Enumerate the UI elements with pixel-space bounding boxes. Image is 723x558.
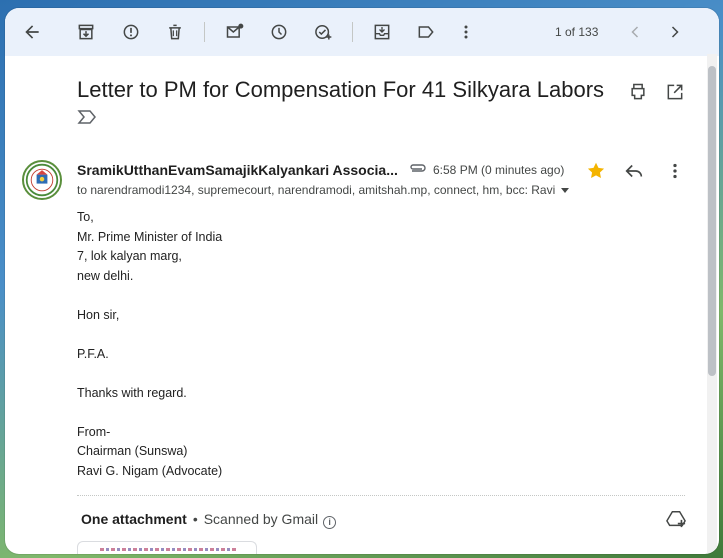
recipients-text: to narendramodi1234, supremecourt, naren… bbox=[77, 183, 556, 197]
body-blank-line bbox=[77, 403, 222, 423]
attachment-paperclip-icon bbox=[410, 164, 426, 172]
body-line: From- bbox=[77, 424, 111, 439]
recipients-line: to narendramodi1234, supremecourt, naren… bbox=[77, 183, 570, 197]
body-line: To, bbox=[77, 210, 94, 224]
email-body: To, Mr. Prime Minister of India 7, lok kal… bbox=[77, 208, 222, 481]
add-task-icon[interactable] bbox=[310, 20, 336, 44]
body-line: Mr. Prime Minister of India bbox=[77, 229, 223, 244]
message-more-vertical-icon[interactable] bbox=[664, 160, 686, 182]
show-details-caret-icon[interactable] bbox=[561, 188, 570, 194]
attachments-separator: • bbox=[192, 511, 198, 527]
star-icon[interactable] bbox=[585, 160, 607, 182]
body-line: P.F.A. bbox=[77, 346, 109, 361]
archive-icon[interactable] bbox=[73, 20, 99, 44]
add-to-drive-icon[interactable] bbox=[665, 509, 687, 529]
body-line: Hon sir, bbox=[77, 307, 120, 322]
toolbar-separator bbox=[352, 22, 353, 42]
more-vertical-icon[interactable] bbox=[453, 20, 479, 44]
scanned-by-gmail-text: Scanned by Gmail bbox=[203, 511, 319, 527]
snooze-icon[interactable] bbox=[266, 20, 292, 44]
attachment-thumbnail[interactable] bbox=[77, 541, 257, 554]
email-subject: Letter to PM for Compensation For 41 Sil… bbox=[77, 77, 605, 102]
importance-marker-icon[interactable] bbox=[77, 109, 97, 125]
attachments-title: One attachment bbox=[81, 511, 187, 527]
body-line: Chairman (Sunswa) bbox=[77, 444, 188, 458]
scrollbar-thumb[interactable] bbox=[708, 66, 716, 376]
report-spam-icon[interactable] bbox=[118, 20, 144, 44]
open-in-new-window-icon[interactable] bbox=[663, 80, 687, 104]
body-line: new delhi. bbox=[77, 268, 134, 283]
body-line: 7, lok kalyan marg, bbox=[77, 249, 182, 263]
info-icon[interactable]: i bbox=[323, 516, 337, 529]
attachments-header: One attachment • Scanned by Gmail i bbox=[81, 511, 337, 529]
scrollbar[interactable] bbox=[707, 54, 717, 554]
toolbar: 1 of 133 bbox=[5, 8, 719, 56]
attachment-preview-text bbox=[100, 548, 236, 551]
toolbar-separator bbox=[204, 22, 205, 42]
attachments-divider bbox=[77, 495, 685, 496]
body-blank-line bbox=[77, 325, 222, 345]
body-blank-line bbox=[77, 364, 222, 384]
body-blank-line bbox=[77, 286, 222, 306]
gmail-window: 1 of 133 Letter to PM for Compensation F… bbox=[5, 8, 719, 554]
chevron-left-icon[interactable] bbox=[622, 20, 648, 44]
message-count: 1 of 133 bbox=[555, 25, 599, 39]
body-line: Thanks with regard. bbox=[77, 385, 187, 400]
chevron-right-icon[interactable] bbox=[662, 20, 688, 44]
delete-icon[interactable] bbox=[162, 20, 188, 44]
email-timestamp: 6:58 PM (0 minutes ago) bbox=[433, 163, 565, 177]
print-icon[interactable] bbox=[626, 80, 650, 104]
move-to-icon[interactable] bbox=[369, 20, 395, 44]
sender-avatar[interactable] bbox=[22, 160, 62, 200]
mark-unread-icon[interactable] bbox=[222, 20, 248, 44]
back-arrow-icon[interactable] bbox=[19, 20, 45, 44]
label-icon[interactable] bbox=[413, 20, 439, 44]
body-line: Ravi G. Nigam (Advocate) bbox=[77, 463, 223, 478]
sender-name[interactable]: SramikUtthanEvamSamajikKalyankari Associ… bbox=[77, 162, 399, 178]
reply-icon[interactable] bbox=[622, 160, 646, 182]
